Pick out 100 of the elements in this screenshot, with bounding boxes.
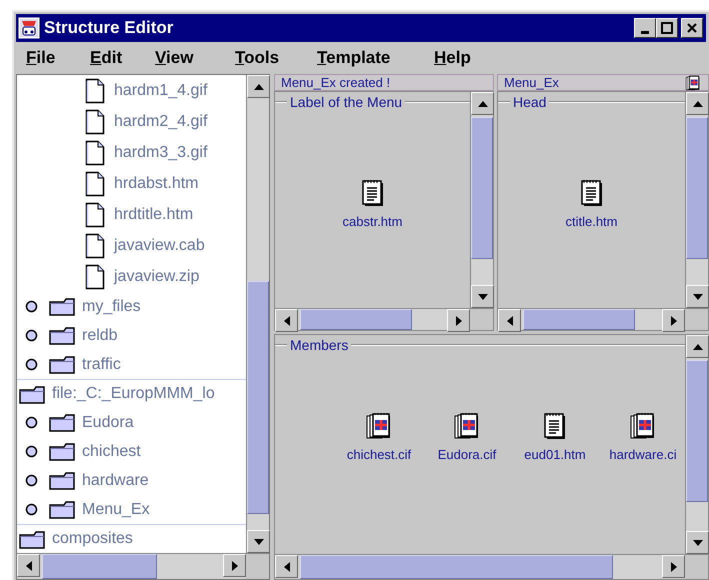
triangle-up-icon xyxy=(692,98,702,108)
folder-icon xyxy=(19,530,45,548)
scrollbar-thumb[interactable] xyxy=(247,281,269,514)
folder-icon xyxy=(49,355,75,374)
tree-item[interactable]: composites xyxy=(52,527,133,551)
group-title: Members xyxy=(289,338,350,352)
triangle-left-icon xyxy=(282,316,292,326)
expand-handle-icon[interactable] xyxy=(25,416,38,429)
window-title: Structure Editor xyxy=(44,17,174,40)
folder-icon xyxy=(49,297,75,316)
folder-icon xyxy=(19,384,45,404)
tree-item[interactable]: hardm2_4.gif xyxy=(114,110,208,134)
stacked-pages-icon[interactable] xyxy=(630,412,656,440)
file-name[interactable]: cabstr.htm xyxy=(342,212,402,232)
scroll-left-button[interactable] xyxy=(17,554,40,577)
scrollbar-thumb[interactable] xyxy=(523,309,635,330)
scroll-left-button[interactable] xyxy=(498,309,521,332)
file-name[interactable]: hardware.ci xyxy=(609,445,677,465)
scroll-right-button[interactable] xyxy=(662,309,685,332)
scroll-left-button[interactable] xyxy=(275,555,298,578)
scroll-up-button[interactable] xyxy=(471,92,494,115)
menu-item[interactable]: File xyxy=(26,45,90,71)
expand-handle-icon[interactable] xyxy=(25,300,38,313)
scrollbar-thumb[interactable] xyxy=(686,360,708,502)
triangle-down-icon xyxy=(254,536,264,546)
menu-item[interactable]: Help xyxy=(434,45,494,71)
triangle-up-icon xyxy=(478,98,488,108)
tree-item[interactable]: hardm3_3.gif xyxy=(114,140,208,164)
file-name[interactable]: Eudora.cif xyxy=(438,445,496,465)
expand-handle-icon[interactable] xyxy=(25,445,38,458)
maximize-button[interactable] xyxy=(656,18,678,38)
expand-handle-icon[interactable] xyxy=(25,503,38,516)
menu-item[interactable]: Edit xyxy=(90,45,155,71)
triangle-right-icon xyxy=(230,560,240,570)
scroll-down-button[interactable] xyxy=(686,531,709,554)
menu-item[interactable]: Tools xyxy=(235,45,317,71)
folder-icon xyxy=(49,326,75,345)
tree-item[interactable]: hardm1_4.gif xyxy=(114,78,208,102)
close-icon xyxy=(686,22,698,34)
folder-icon xyxy=(49,471,75,490)
scroll-right-button[interactable] xyxy=(223,554,246,577)
tree-item[interactable]: hrdtitle.htm xyxy=(114,202,194,226)
file-name[interactable]: chichest.cif xyxy=(346,445,412,465)
notepad-icon[interactable] xyxy=(580,178,602,207)
scrollbar-thumb[interactable] xyxy=(42,554,157,579)
document-icon xyxy=(85,108,105,134)
minimize-icon xyxy=(641,31,649,34)
tree-item[interactable]: file:_C:_EuropMMM_lo xyxy=(52,382,215,406)
triangle-down-icon xyxy=(478,292,488,302)
folder-icon xyxy=(49,500,75,519)
scrollbar-thumb[interactable] xyxy=(300,309,412,330)
scrollbar-thumb[interactable] xyxy=(686,117,708,259)
triangle-right-icon xyxy=(668,316,678,326)
document-icon xyxy=(85,202,105,228)
tree-item[interactable]: Eudora xyxy=(82,410,134,434)
close-button[interactable] xyxy=(681,18,703,38)
scroll-up-button[interactable] xyxy=(686,335,709,358)
tree-item[interactable]: javaview.zip xyxy=(114,264,200,288)
scrollbar-thumb[interactable] xyxy=(471,117,493,259)
tree-item[interactable]: chichest xyxy=(82,440,141,464)
file-name[interactable]: eud01.htm xyxy=(524,445,586,465)
tree-item[interactable]: javaview.cab xyxy=(114,234,205,258)
maximize-icon xyxy=(661,22,673,34)
minimize-button[interactable] xyxy=(634,18,656,38)
tree-item[interactable]: traffic xyxy=(82,352,121,376)
scroll-up-button[interactable] xyxy=(247,75,270,98)
scroll-up-button[interactable] xyxy=(686,92,709,115)
notepad-icon[interactable] xyxy=(362,178,384,207)
triangle-left-icon xyxy=(24,560,34,570)
scroll-left-button[interactable] xyxy=(275,309,298,332)
stacked-pages-icon[interactable] xyxy=(684,74,702,90)
menu-item[interactable]: View xyxy=(155,45,235,71)
menu-item[interactable]: Template xyxy=(317,45,434,71)
stacked-pages-icon[interactable] xyxy=(366,412,392,440)
document-icon xyxy=(85,78,105,104)
triangle-left-icon xyxy=(504,316,514,326)
expand-handle-icon[interactable] xyxy=(25,474,38,487)
triangle-up-icon xyxy=(692,342,702,352)
tree-item[interactable]: hardware xyxy=(82,468,149,492)
notepad-icon[interactable] xyxy=(544,412,566,440)
scroll-down-button[interactable] xyxy=(247,530,270,553)
scroll-right-button[interactable] xyxy=(662,555,685,578)
triangle-right-icon xyxy=(668,562,678,572)
group-title: Head xyxy=(512,95,548,109)
file-name[interactable]: ctitle.htm xyxy=(565,212,618,232)
expand-handle-icon[interactable] xyxy=(25,329,38,342)
document-icon xyxy=(85,232,105,258)
expand-handle-icon[interactable] xyxy=(25,358,38,371)
scroll-down-button[interactable] xyxy=(471,285,494,308)
pane-title: Menu_Ex xyxy=(504,76,559,89)
scroll-down-button[interactable] xyxy=(686,285,709,308)
stacked-pages-icon[interactable] xyxy=(454,412,480,440)
scrollbar-thumb[interactable] xyxy=(300,555,613,579)
triangle-down-icon xyxy=(692,538,702,548)
tree-item[interactable]: my_files xyxy=(82,294,141,318)
tree-item[interactable]: Menu_Ex xyxy=(82,498,150,522)
triangle-left-icon xyxy=(282,562,292,572)
scroll-right-button[interactable] xyxy=(447,309,470,332)
tree-item[interactable]: hrdabst.htm xyxy=(114,172,198,196)
tree-item[interactable]: reldb xyxy=(82,324,118,348)
